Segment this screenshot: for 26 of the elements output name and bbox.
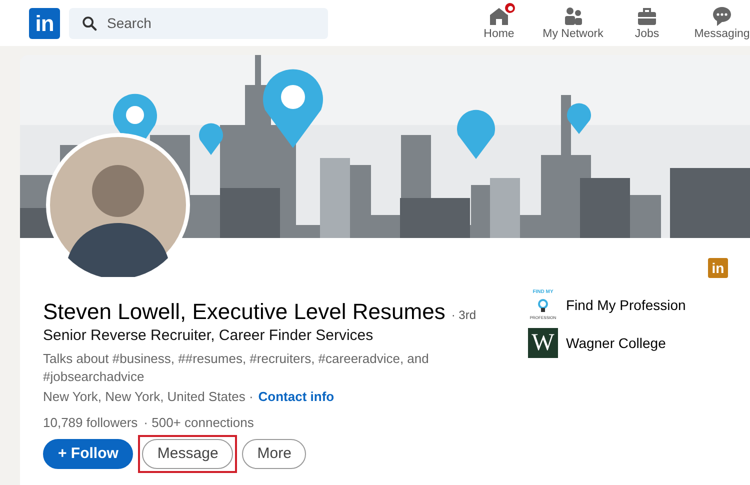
nav-item[interactable]: Home [462,0,536,46]
organization-name[interactable]: Wagner College [566,332,666,354]
headline: Senior Reverse Recruiter, Career Finder Services [43,326,374,346]
chat-bubble-icon [711,5,733,28]
search-field[interactable]: Search [69,8,328,38]
connections-count: · 500+ connections [144,414,254,432]
briefcase-icon [636,5,658,28]
follow-button[interactable]: + Follow [43,439,134,469]
nav-item[interactable]: Messaging [694,0,750,46]
profile-action-button[interactable]: More [242,439,306,469]
nav-item[interactable]: Jobs [610,0,684,46]
location-text: New York, New York, United States · [43,388,254,406]
profile-name: Steven Lowell, Executive Level Resumes [43,298,446,326]
nav-item[interactable]: My Network [536,0,610,46]
connection-degree: · 3rd [451,307,476,324]
home-icon [488,5,510,28]
contact-info-link[interactable]: Contact info [258,388,334,406]
organization-logo: W [528,328,558,358]
bulb-icon [538,298,548,312]
logo[interactable]: in [29,8,60,38]
organization-name[interactable]: Find My Profession [566,294,686,316]
profile-action-button[interactable]: Message [142,439,234,469]
people-icon [562,5,584,28]
followers-count: 10,789 followers [43,414,138,432]
premium-badge: in [708,258,728,278]
topics-text: Talks about #business, ##resumes, #recruiters, #careeradvice, and #jobsearchadvice [43,350,430,386]
